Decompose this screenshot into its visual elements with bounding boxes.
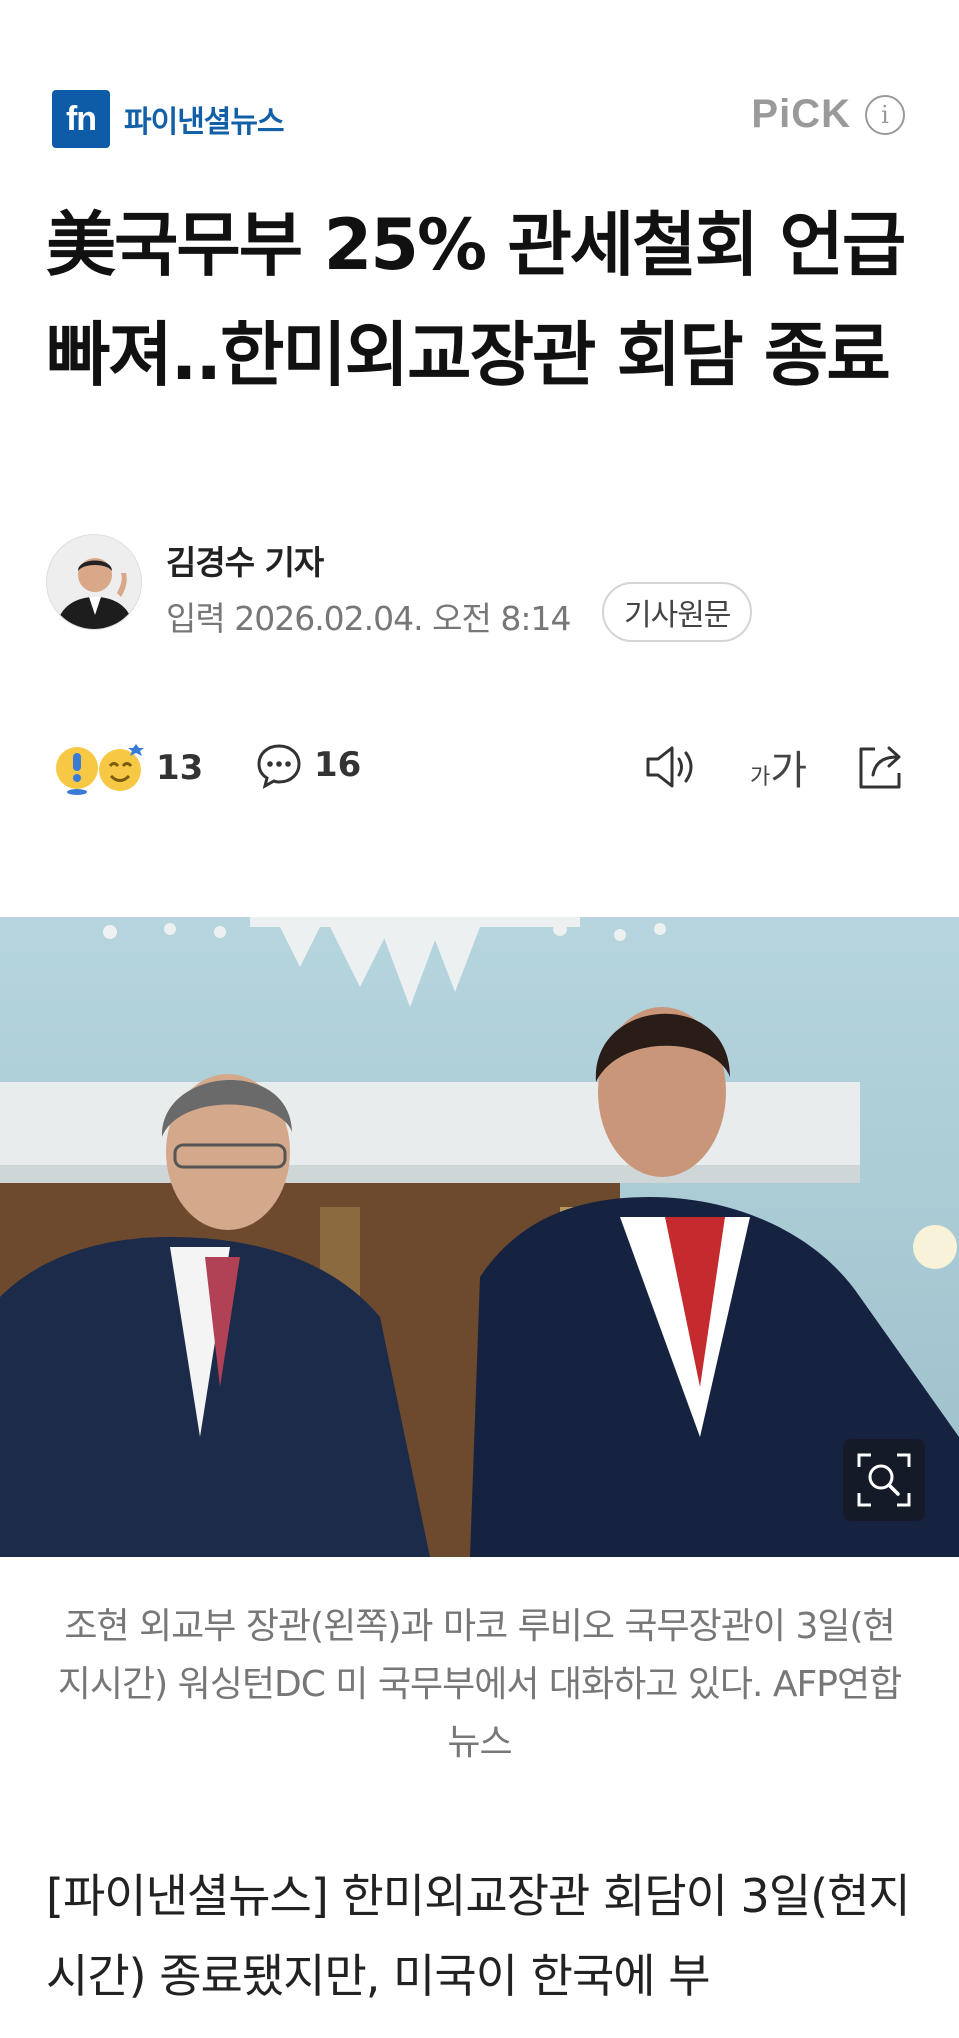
original-article-button[interactable]: 기사원문 bbox=[602, 582, 753, 642]
comment-icon bbox=[257, 744, 301, 789]
share-icon[interactable] bbox=[853, 741, 909, 793]
comment-count: 16 bbox=[314, 745, 362, 785]
right-actions: 가가 bbox=[642, 738, 909, 796]
photo-caption: 조현 외교부 장관(왼쪽)과 마코 루비오 국무장관이 3일(현지시간) 워싱턴… bbox=[57, 1606, 902, 1763]
publisher-name: 파이낸셜뉴스 bbox=[124, 105, 285, 140]
published-date: 입력 2026.02.04. 오전 8:14 bbox=[166, 599, 571, 638]
font-size-icon[interactable]: 가가 bbox=[750, 738, 807, 796]
publisher-logo[interactable]: fn 파이낸셜뉴스 bbox=[52, 90, 285, 148]
comments-button[interactable]: 16 bbox=[254, 740, 361, 790]
reporter-name[interactable]: 김경수 기자 bbox=[166, 536, 324, 584]
article-body: [파이낸셜뉴스] 한미외교장관 회담이 3일(현지시간) 종료됐지만, 미국이 … bbox=[46, 1869, 911, 2003]
article-title: 美국무부 25% 관세철회 언급 빠져..한미외교장관 회담 종료 bbox=[46, 204, 906, 396]
font-size-small-label: 가 bbox=[749, 765, 771, 790]
happy-emoji-icon bbox=[99, 744, 144, 791]
reporter-avatar[interactable] bbox=[46, 534, 142, 630]
article-photo[interactable] bbox=[0, 917, 959, 1557]
pick-label: PiCK bbox=[751, 92, 851, 136]
surprise-emoji-icon bbox=[56, 747, 98, 795]
header: fn 파이낸셜뉴스 PiCK i bbox=[0, 0, 959, 170]
article-actions: 13 16 가가 bbox=[0, 730, 959, 810]
speaker-icon[interactable] bbox=[642, 742, 698, 792]
reaction-count: 13 bbox=[156, 748, 204, 788]
font-size-big-label: 가 bbox=[770, 748, 807, 794]
info-circle-icon[interactable]: i bbox=[865, 94, 905, 135]
fn-logo-mark: fn bbox=[52, 90, 110, 148]
zoom-search-icon[interactable] bbox=[843, 1439, 925, 1521]
reactions-button[interactable]: 13 bbox=[54, 740, 203, 796]
pick-badge[interactable]: PiCK i bbox=[751, 92, 905, 137]
